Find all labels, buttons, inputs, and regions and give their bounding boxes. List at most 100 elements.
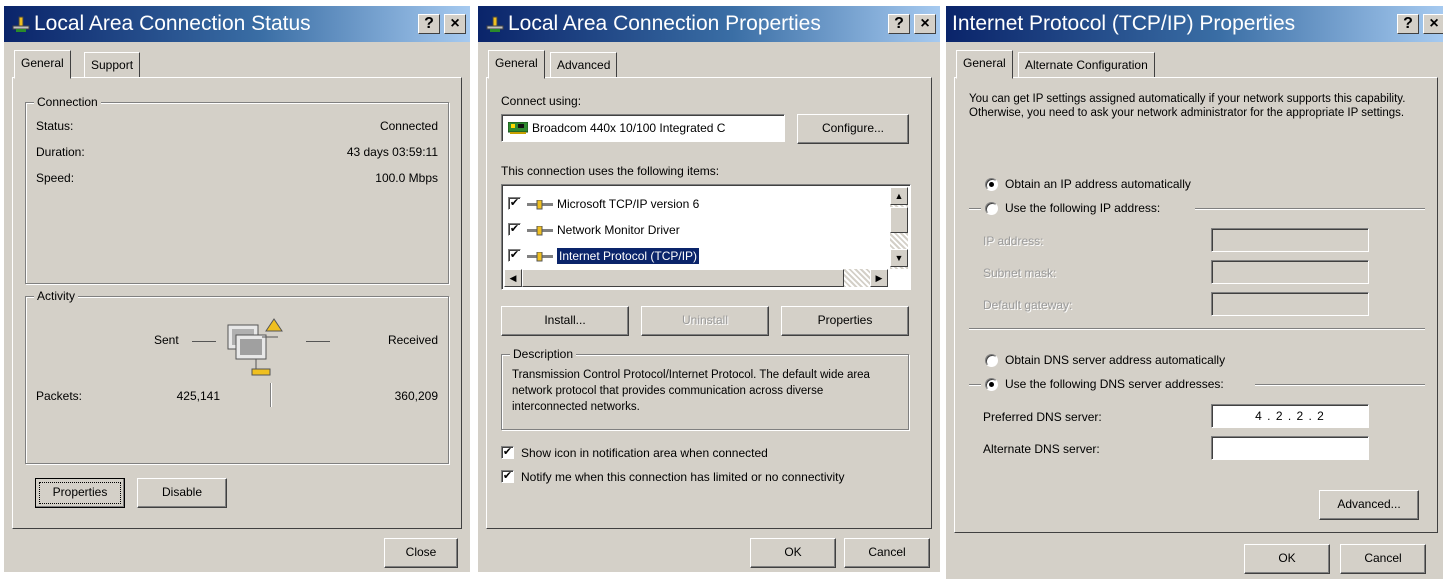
components-list[interactable]: ✔ Microsoft TCP/IP version 6 ✔ Network Mon… [501, 184, 911, 290]
preferred-dns-label: Preferred DNS server: [983, 410, 1102, 424]
tab-advanced[interactable]: Advanced [550, 52, 618, 78]
adapter-field: Broadcom 440x 10/100 Integrated C [501, 114, 785, 142]
scroll-down-icon[interactable]: ▼ [890, 249, 908, 267]
connect-using-label: Connect using: [501, 94, 582, 108]
received-label: Received [387, 333, 438, 347]
connection-properties-dialog: Local Area Connection Properties ? × Gen… [478, 6, 940, 572]
subnet-mask-label: Subnet mask: [983, 266, 1057, 280]
description-group-label: Description [510, 347, 577, 361]
help-button[interactable]: ? [418, 14, 440, 34]
preferred-dns-value: 4 . 2 . 2 . 2 [1255, 409, 1325, 423]
ok-button[interactable]: OK [1244, 544, 1330, 574]
subnet-mask-field [1211, 260, 1369, 284]
alternate-dns-label: Alternate DNS server: [983, 442, 1100, 456]
tab-general[interactable]: General [14, 50, 71, 79]
install-button[interactable]: Install... [501, 306, 629, 336]
ok-button[interactable]: OK [750, 538, 836, 568]
obtain-ip-auto-label[interactable]: Obtain an IP address automatically [1005, 177, 1191, 191]
tab-general[interactable]: General [488, 50, 545, 79]
advanced-button[interactable]: Advanced... [1319, 490, 1419, 520]
network-icon [486, 16, 504, 32]
dns-group-top-line-right [1255, 384, 1425, 386]
close-icon[interactable]: × [444, 14, 466, 34]
help-button[interactable]: ? [888, 14, 910, 34]
tab-alternate-configuration[interactable]: Alternate Configuration [1018, 52, 1155, 78]
disable-button[interactable]: Disable [137, 478, 227, 508]
connection-group-label: Connection [34, 95, 101, 109]
close-button[interactable]: Close [384, 538, 458, 568]
show-icon-label[interactable]: Show icon in notification area when conn… [521, 446, 768, 460]
description-text: Transmission Control Protocol/Internet P… [512, 369, 870, 413]
connection-status-dialog: Local Area Connection Status ? × General… [4, 6, 470, 572]
default-gateway-field [1211, 292, 1369, 316]
scroll-up-icon[interactable]: ▲ [890, 187, 908, 205]
list-item-selected[interactable]: ✔ Internet Protocol (TCP/IP) [508, 245, 701, 267]
scroll-right-icon[interactable]: ▶ [870, 269, 888, 287]
packets-label: Packets: [36, 389, 83, 403]
network-icon [12, 16, 30, 32]
help-button[interactable]: ? [1397, 14, 1419, 34]
ip-group-bottom-line [969, 328, 1425, 330]
obtain-dns-auto-label[interactable]: Obtain DNS server address automatically [1005, 353, 1225, 367]
ip-group-top-line-right [1195, 208, 1425, 210]
status-label: Status: [36, 119, 74, 133]
network-component-icon [527, 251, 553, 262]
ip-address-label: IP address: [983, 234, 1044, 248]
item-checkbox[interactable]: ✔ [508, 197, 521, 211]
tcpip-title-bar[interactable]: Internet Protocol (TCP/IP) Properties ? … [946, 6, 1443, 42]
list-item[interactable]: ✔ Microsoft TCP/IP version 6 [508, 193, 699, 215]
uninstall-button[interactable]: Uninstall [641, 306, 769, 336]
packets-received-value: 360,209 [394, 389, 438, 403]
network-component-icon [527, 225, 553, 236]
scroll-thumb[interactable] [890, 207, 908, 233]
duration-label: Duration: [36, 145, 85, 159]
item-checkbox[interactable]: ✔ [508, 223, 521, 237]
adapter-name: Broadcom 440x 10/100 Integrated C [532, 121, 726, 135]
item-checkbox[interactable]: ✔ [508, 249, 521, 263]
item-label: Network Monitor Driver [557, 223, 680, 237]
dns-group-top-line [969, 384, 981, 386]
items-label: This connection uses the following items… [501, 164, 720, 178]
connection-group: Connection Status: Connected Duration: 4… [25, 95, 449, 284]
notify-label[interactable]: Notify me when this connection has limit… [521, 470, 845, 484]
description-group: Description Transmission Control Protoco… [501, 347, 909, 430]
scroll-thumb-horizontal[interactable] [522, 269, 844, 287]
item-properties-button[interactable]: Properties [781, 306, 909, 336]
activity-group: Activity Sent Received Packets: 425,141 … [25, 289, 449, 464]
tab-support[interactable]: Support [84, 52, 141, 78]
scroll-left-icon[interactable]: ◀ [504, 269, 522, 287]
network-component-icon [527, 199, 553, 210]
use-following-ip-label[interactable]: Use the following IP address: [1005, 201, 1160, 215]
tcpip-general-panel: You can get IP settings assigned automat… [954, 77, 1438, 533]
alternate-dns-field[interactable]: . . . [1211, 436, 1369, 460]
duration-value: 43 days 03:59:11 [346, 145, 438, 159]
network-adapter-icon [508, 122, 528, 134]
speed-label: Speed: [36, 171, 75, 185]
status-title: Local Area Connection Status [34, 12, 311, 35]
close-icon[interactable]: × [1423, 14, 1443, 34]
sent-label: Sent [154, 333, 179, 347]
close-icon[interactable]: × [914, 14, 936, 34]
configure-button[interactable]: Configure... [797, 114, 909, 144]
properties-title-bar[interactable]: Local Area Connection Properties ? × [478, 6, 940, 42]
obtain-ip-auto-radio[interactable] [985, 178, 998, 191]
preferred-dns-field[interactable]: 4 . 2 . 2 . 2 [1211, 404, 1369, 428]
item-label: Microsoft TCP/IP version 6 [557, 197, 700, 211]
cancel-button[interactable]: Cancel [844, 538, 930, 568]
notify-checkbox[interactable]: ✔ [501, 470, 514, 483]
obtain-dns-auto-radio[interactable] [985, 354, 998, 367]
use-following-ip-radio[interactable] [985, 202, 998, 215]
properties-button[interactable]: Properties [35, 478, 125, 508]
show-icon-checkbox[interactable]: ✔ [501, 446, 514, 459]
status-general-panel: Connection Status: Connected Duration: 4… [12, 77, 462, 529]
list-item[interactable]: ✔ Network Monitor Driver [508, 219, 680, 241]
status-title-bar[interactable]: Local Area Connection Status ? × [4, 6, 470, 42]
use-following-dns-label[interactable]: Use the following DNS server addresses: [1005, 377, 1224, 391]
packets-divider [270, 383, 272, 407]
cancel-button[interactable]: Cancel [1340, 544, 1426, 574]
network-activity-icon [227, 318, 283, 376]
activity-group-label: Activity [34, 289, 79, 303]
use-following-dns-radio[interactable] [985, 378, 998, 391]
properties-title: Local Area Connection Properties [508, 12, 821, 35]
tab-general[interactable]: General [956, 50, 1013, 79]
